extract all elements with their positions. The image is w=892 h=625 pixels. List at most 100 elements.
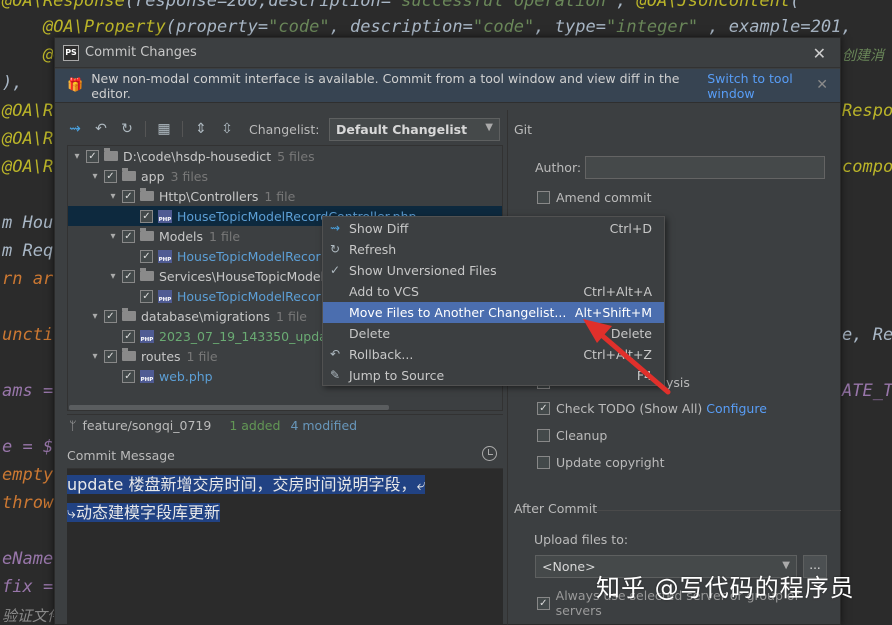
chevron-down-icon[interactable]: ▾ [88, 171, 102, 182]
show-diff-icon[interactable]: ⇝ [67, 121, 83, 137]
upload-files-label: Upload files to: [534, 532, 629, 547]
folder-icon [122, 308, 136, 321]
chevron-down-icon[interactable]: ▾ [88, 351, 102, 362]
folder-icon [104, 148, 118, 161]
checkbox[interactable]: ✓ [122, 329, 135, 343]
checkbox[interactable]: ✓ [86, 149, 99, 163]
close-icon[interactable]: ✕ [813, 44, 826, 63]
tree-label: HouseTopicModelRecor [177, 248, 321, 264]
amend-commit-checkbox[interactable]: Amend commit [537, 190, 652, 205]
commit-message-line: update 楼盘新增交房时间，交房时间说明字段， [67, 475, 417, 494]
menu-item-label: Move Files to Another Changelist... [349, 305, 567, 320]
toolbar-separator [182, 121, 183, 137]
added-count[interactable]: 1 added [229, 418, 280, 433]
tree-label: web.php [159, 368, 213, 384]
wrap-arrow-icon: ⤷ [67, 503, 76, 522]
checkbox-label: Check TODO (Show All) [556, 401, 703, 416]
chevron-down-icon[interactable]: ▾ [106, 271, 120, 282]
file-count: 1 file [264, 188, 296, 204]
menu-item-label: Show Diff [349, 221, 409, 236]
checkbox[interactable]: ✓ [140, 209, 153, 223]
file-count: 1 file [276, 308, 307, 324]
checkbox-label: ysis [666, 375, 690, 390]
checkbox[interactable]: ✓ [122, 189, 135, 203]
phpstorm-logo-icon: PS [63, 44, 79, 61]
author-label: Author: [535, 160, 582, 175]
tree-row[interactable]: ▾ ✓ app 3 files [68, 166, 502, 186]
tree-row[interactable]: ▾ ✓ D:\code\hsdp-housedict 5 files [68, 146, 502, 166]
menu-item-rollback[interactable]: ↶ Rollback... Ctrl+Alt+Z [323, 344, 664, 365]
clock-icon[interactable] [482, 446, 497, 461]
changelist-label: Changelist: [249, 121, 320, 137]
checkbox[interactable]: ✓ [104, 309, 117, 323]
refresh-icon[interactable]: ↻ [119, 121, 135, 137]
branch-name: feature/songqi_0719 [82, 418, 212, 433]
menu-item-refresh[interactable]: ↻ Refresh [323, 239, 664, 260]
checkbox[interactable]: ✓ [140, 249, 153, 263]
dialog-titlebar: PS Commit Changes ✕ [55, 38, 840, 68]
code-line: @OA\Response(response=200,description="s… [2, 0, 801, 11]
code-line: fix = [2, 577, 54, 597]
folder-icon [122, 168, 136, 181]
checkbox[interactable]: ✓ [122, 369, 135, 383]
file-count: 1 file [186, 348, 218, 364]
horizontal-scrollbar[interactable] [69, 405, 389, 410]
checkbox-label: Cleanup [556, 428, 608, 443]
code-fragment: 创建消 [842, 48, 884, 64]
menu-item-show-diff[interactable]: ⇝ Show Diff Ctrl+D [323, 218, 664, 239]
author-input[interactable] [585, 156, 825, 179]
tree-label: Models [159, 228, 204, 244]
folder-icon [140, 188, 154, 201]
menu-item-move-to-changelist[interactable]: Move Files to Another Changelist... Alt+… [323, 302, 664, 323]
checkbox[interactable]: ✓ [104, 169, 117, 183]
collapse-all-icon[interactable]: ⇳ [219, 121, 235, 137]
checkbox[interactable]: ✓ [537, 596, 550, 610]
menu-item-jump-to-source[interactable]: ✎ Jump to Source F4 [323, 365, 664, 386]
code-line: @OA\Property(property="code", descriptio… [42, 17, 852, 37]
banner-close-icon[interactable]: ✕ [816, 77, 828, 93]
menu-item-delete[interactable]: Delete Delete [323, 323, 664, 344]
checkbox[interactable]: ✓ [104, 349, 117, 363]
code-line: eName [2, 549, 54, 569]
checkbox[interactable] [537, 191, 550, 204]
code-line: e = $ [2, 437, 54, 457]
expand-all-icon[interactable]: ⇕ [193, 121, 209, 137]
checkbox[interactable] [537, 456, 550, 469]
changelist-select[interactable]: Default Changelist ▼ [329, 118, 500, 141]
folder-icon [140, 228, 154, 241]
file-count: 3 files [170, 168, 209, 184]
commit-message-input[interactable]: update 楼盘新增交房时间，交房时间说明字段，⤶ ⤷动态建模字段库更新 [67, 468, 503, 625]
checkbox[interactable]: ✓ [537, 402, 550, 415]
menu-item-add-to-vcs[interactable]: Add to VCS Ctrl+Alt+A [323, 281, 664, 302]
changes-toolbar: ⇝ ↶ ↻ ▦ ⇕ ⇳ Changelist: [67, 118, 319, 140]
group-by-icon[interactable]: ▦ [156, 121, 172, 137]
menu-item-shortcut: Delete [610, 326, 652, 341]
file-count: 1 file [209, 228, 241, 244]
jump-icon: ✎ [330, 368, 341, 382]
code-line: empty [2, 465, 54, 485]
chevron-down-icon[interactable]: ▾ [70, 151, 84, 162]
menu-item-shortcut: Ctrl+D [609, 221, 652, 236]
chevron-down-icon: ▼ [485, 122, 493, 133]
tree-row[interactable]: ▾ ✓ Http\Controllers 1 file [68, 186, 502, 206]
chevron-down-icon[interactable]: ▾ [106, 191, 120, 202]
modified-count[interactable]: 4 modified [290, 418, 357, 433]
cleanup-checkbox[interactable]: Cleanup [537, 428, 607, 443]
tree-label: database\migrations [141, 308, 271, 324]
refresh-icon: ↻ [330, 242, 341, 256]
watermark: 知乎 @写代码的程序员 [596, 574, 855, 602]
configure-link[interactable]: Configure [706, 401, 767, 416]
checkbox[interactable]: ✓ [122, 229, 135, 243]
checkbox[interactable]: ✓ [140, 289, 153, 303]
checkbox[interactable] [537, 429, 550, 442]
banner-text: New non-modal commit interface is availa… [91, 70, 680, 101]
info-banner: 🎁 New non-modal commit interface is avai… [55, 69, 840, 103]
menu-item-show-unversioned[interactable]: ✓ Show Unversioned Files [323, 260, 664, 281]
rollback-icon[interactable]: ↶ [93, 121, 109, 137]
chevron-down-icon[interactable]: ▾ [88, 311, 102, 322]
check-todo-checkbox[interactable]: ✓ Check TODO (Show All) Configure [537, 401, 767, 416]
chevron-down-icon[interactable]: ▾ [106, 231, 120, 242]
update-copyright-checkbox[interactable]: Update copyright [537, 455, 664, 470]
checkbox[interactable]: ✓ [122, 269, 135, 283]
check-icon: ✓ [330, 263, 341, 277]
